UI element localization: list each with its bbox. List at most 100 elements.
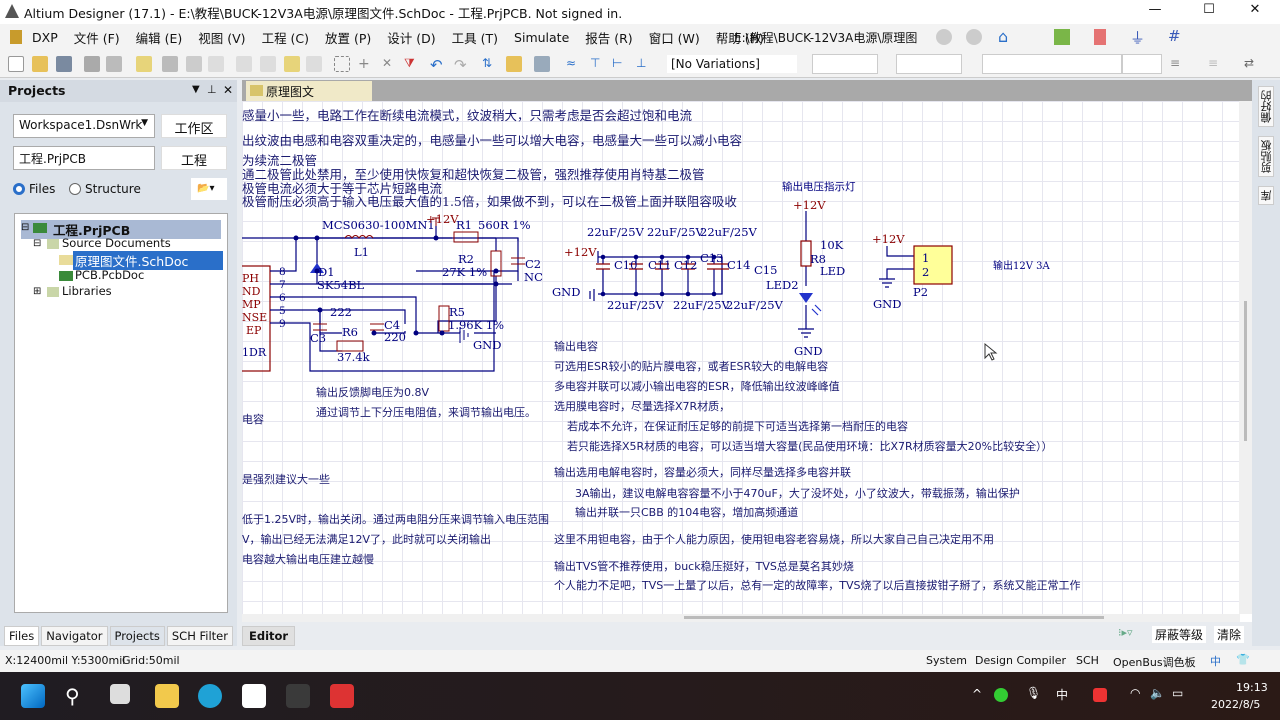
file-explorer-icon[interactable] xyxy=(155,684,179,708)
clear-filter-icon[interactable]: ⧩ xyxy=(404,56,420,72)
wechat-icon[interactable] xyxy=(994,688,1008,702)
undo-icon[interactable]: ↶ xyxy=(430,56,446,74)
vertical-scrollbar[interactable] xyxy=(1239,101,1252,614)
design-compiler-button[interactable]: Design Compiler xyxy=(975,654,1066,667)
structure-radio[interactable]: Structure xyxy=(69,182,141,196)
filter-icon[interactable]: ⁝▸▿ xyxy=(1118,626,1133,639)
edge-icon[interactable] xyxy=(198,684,222,708)
workspace-button[interactable]: 工作区 xyxy=(161,114,227,138)
print-preview-icon[interactable] xyxy=(106,56,122,72)
move-icon[interactable]: + xyxy=(358,56,374,72)
collapse-icon[interactable]: ⊟ xyxy=(21,222,29,233)
grid-icon[interactable]: # xyxy=(1168,27,1181,45)
project-field[interactable]: 工程.PrjPCB xyxy=(13,146,155,170)
expand-icon[interactable]: ⊞ xyxy=(33,286,41,297)
browse-icon[interactable] xyxy=(534,56,550,72)
tree-item-pcbdoc[interactable]: PCB.PcbDoc xyxy=(75,268,144,282)
tab-editor[interactable]: Editor xyxy=(242,626,296,646)
task-view-icon[interactable] xyxy=(110,684,130,704)
horizontal-scrollbar[interactable] xyxy=(242,614,1240,622)
workspace-dropdown[interactable]: Workspace1.DsnWrk ▼ xyxy=(13,114,155,138)
tree-item-libraries[interactable]: Libraries xyxy=(62,284,112,298)
redo-icon[interactable]: ↷ xyxy=(454,56,470,74)
panel-menu-icon[interactable]: ▼ xyxy=(192,84,200,95)
bus-icon[interactable]: ⊤ xyxy=(590,56,606,72)
filter-combo-3[interactable] xyxy=(982,54,1122,74)
sch-button[interactable]: SCH xyxy=(1076,654,1099,667)
open-doc-icon[interactable] xyxy=(136,56,152,72)
filter-combo-4[interactable] xyxy=(1122,54,1162,74)
altium-icon[interactable] xyxy=(286,684,310,708)
maximize-button[interactable]: ☐ xyxy=(1194,2,1224,17)
system-button[interactable]: System xyxy=(926,654,967,667)
battery-icon[interactable]: ▭ xyxy=(1172,686,1183,700)
wifi-icon[interactable]: ◠ xyxy=(1130,686,1140,700)
port-icon[interactable] xyxy=(1094,29,1106,45)
minimize-button[interactable]: — xyxy=(1140,2,1170,17)
tab-navigator[interactable]: Navigator xyxy=(41,626,108,646)
variations-dropdown[interactable]: [No Variations] xyxy=(666,54,798,74)
menu-reports[interactable]: 报告 (R) xyxy=(577,28,640,47)
filter-combo-2[interactable] xyxy=(896,54,962,74)
menu-window[interactable]: 窗口 (W) xyxy=(641,28,708,47)
new-icon[interactable] xyxy=(8,56,24,72)
tray-chevron-icon[interactable]: ^ xyxy=(972,687,982,701)
menu-tools[interactable]: 工具 (T) xyxy=(444,28,506,47)
home-icon[interactable]: ⌂ xyxy=(998,27,1008,46)
menu-project[interactable]: 工程 (C) xyxy=(254,28,317,47)
pin-icon[interactable]: ⊥ xyxy=(207,83,217,96)
cut-icon[interactable] xyxy=(236,56,252,72)
schematic-canvas[interactable]: 感量小一些，电路工作在断续电流模式，纹波稍大，只需考虑是否会超过饱和电流 出纹波… xyxy=(242,101,1240,614)
wire-icon[interactable]: ≈ xyxy=(566,56,582,72)
menu-simulate[interactable]: Simulate xyxy=(506,30,577,45)
forward-icon[interactable] xyxy=(966,29,982,45)
save-icon[interactable] xyxy=(56,56,72,72)
cross-probe-icon[interactable] xyxy=(506,56,522,72)
clock-date[interactable]: 2022/8/5 xyxy=(1211,698,1260,711)
tab-files[interactable]: Files xyxy=(4,626,40,646)
document-tab[interactable]: 原理图文件.SchDoc xyxy=(246,81,372,116)
menu-place[interactable]: 放置 (P) xyxy=(317,28,379,47)
openbus-palette-button[interactable]: OpenBus调色板 xyxy=(1113,654,1196,670)
tree-item-source-documents[interactable]: Source Documents xyxy=(62,236,171,250)
search-icon[interactable]: ⚲ xyxy=(65,684,89,708)
menu-view[interactable]: 视图 (V) xyxy=(190,28,253,47)
project-button[interactable]: 工程 xyxy=(161,146,227,170)
mask-level-button[interactable]: 屏蔽等级 xyxy=(1152,626,1207,643)
volume-icon[interactable]: 🔈 xyxy=(1150,686,1165,700)
menu-file[interactable]: 文件 (F) xyxy=(66,28,128,47)
menu-dxp[interactable]: DXP xyxy=(24,30,66,45)
zoom-selected-icon[interactable] xyxy=(208,56,224,72)
tab-sch-filter[interactable]: SCH Filter xyxy=(166,626,233,646)
collapse-icon[interactable]: ⊟ xyxy=(33,238,41,249)
tab-projects[interactable]: Projects xyxy=(109,626,165,646)
paste-icon[interactable] xyxy=(284,56,300,72)
open-icon[interactable] xyxy=(32,56,48,72)
tab-libraries[interactable]: 库 xyxy=(1258,186,1274,205)
files-radio[interactable]: Files xyxy=(13,182,55,196)
clear-button[interactable]: 清除 xyxy=(1214,626,1245,643)
print-icon[interactable] xyxy=(84,56,100,72)
filter-combo-1[interactable] xyxy=(812,54,878,74)
path-combo[interactable]: E:\教程\BUCK-12V3A电源\原理图 xyxy=(734,29,930,46)
select-area-icon[interactable] xyxy=(334,56,350,72)
hierarchy-icon[interactable]: ⇅ xyxy=(482,56,498,72)
shirt-icon[interactable]: 👕 xyxy=(1236,653,1250,666)
panel-close-icon[interactable]: ✕ xyxy=(223,83,233,97)
power-port-icon[interactable]: ⊥ xyxy=(636,56,652,72)
app-icon[interactable] xyxy=(242,684,266,708)
back-icon[interactable] xyxy=(936,29,952,45)
tab-favorites[interactable]: 偏好的 xyxy=(1258,86,1274,127)
rubber-stamp-icon[interactable] xyxy=(306,56,322,72)
swap-icon[interactable]: ⇄ xyxy=(1244,56,1260,72)
zoom-fit-icon[interactable] xyxy=(162,56,178,72)
net-label-icon[interactable]: ⊢ xyxy=(612,56,628,72)
copy-icon[interactable] xyxy=(260,56,276,72)
ime-indicator[interactable]: 中 xyxy=(1056,686,1068,703)
ground-icon[interactable]: ⏚ xyxy=(1130,27,1145,48)
wps-icon[interactable] xyxy=(330,684,354,708)
line-width-icon[interactable]: ≡ xyxy=(1170,56,1186,72)
tab-clipboard[interactable]: 剪贴板 xyxy=(1258,136,1274,177)
menu-edit[interactable]: 编辑 (E) xyxy=(128,28,191,47)
start-icon[interactable] xyxy=(21,684,45,708)
